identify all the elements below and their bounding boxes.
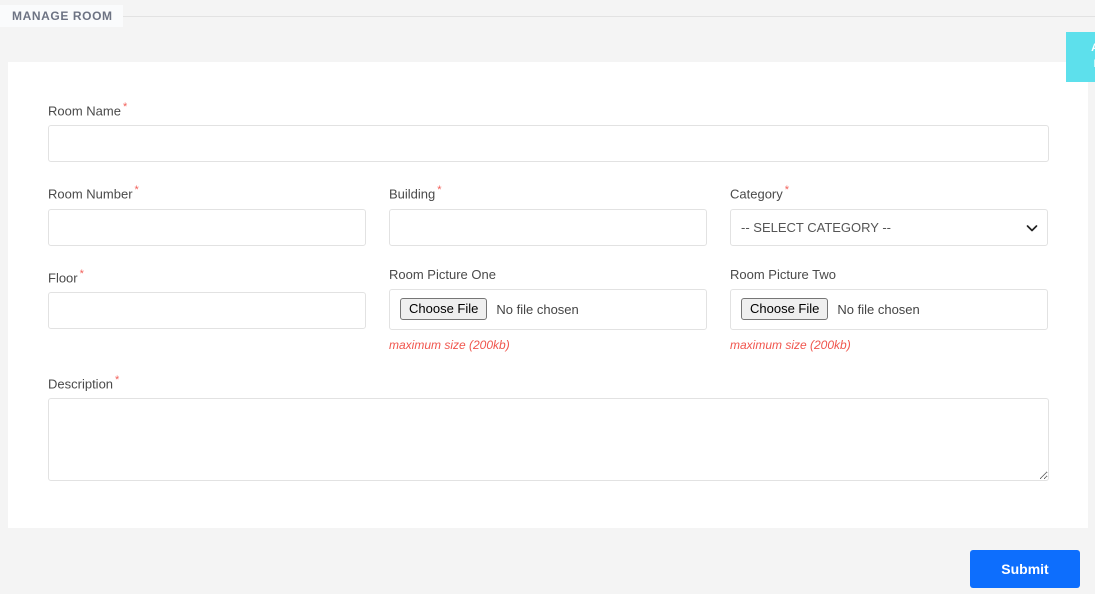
header-divider <box>122 16 1095 17</box>
field-description: Description * <box>48 373 1049 481</box>
required-asterisk: * <box>115 373 120 386</box>
file-status-text: No file chosen <box>496 301 579 317</box>
description-label-text: Description <box>48 375 114 391</box>
page-header: MANAGE ROOM <box>0 0 1095 32</box>
form-row-number-building-category: Room Number * Building * Category * -- SELE… <box>48 183 1049 266</box>
room-name-label-text: Room Name <box>48 103 121 119</box>
side-tab-line-two: Ro <box>1066 56 1095 72</box>
required-asterisk: * <box>134 184 139 197</box>
page-title: MANAGE ROOM <box>0 5 123 27</box>
required-asterisk: * <box>122 101 128 113</box>
category-label: Category * <box>730 183 1048 201</box>
available-rooms-side-tab[interactable]: Ava Ro <box>1066 32 1095 82</box>
choose-file-button[interactable]: Choose File <box>741 298 829 321</box>
choose-file-button[interactable]: Choose File <box>400 298 488 321</box>
field-room-picture-two: Room Picture Two Choose File No file cho… <box>730 267 1048 352</box>
building-label-text: Building <box>389 186 436 202</box>
description-textarea[interactable] <box>48 397 1049 481</box>
field-room-picture-one: Room Picture One Choose File No file cho… <box>389 267 707 352</box>
file-status-text: No file chosen <box>837 301 920 317</box>
room-name-label: Room Name * <box>48 100 1049 118</box>
form-footer: Submit <box>0 528 1095 594</box>
field-room-number: Room Number * <box>48 183 366 246</box>
submit-button[interactable]: Submit <box>970 550 1080 588</box>
room-picture-two-label: Room Picture Two <box>730 266 836 282</box>
form-row-room-name: Room Name * <box>48 100 1049 183</box>
category-label-text: Category <box>730 186 783 202</box>
required-asterisk: * <box>437 184 442 197</box>
field-category: Category * -- SELECT CATEGORY -- <box>730 183 1048 246</box>
description-label: Description * <box>48 373 1049 391</box>
floor-input[interactable] <box>48 291 366 329</box>
room-picture-one-help-text: maximum size (200kb) <box>389 337 510 352</box>
room-name-input[interactable] <box>48 125 1049 163</box>
room-number-label: Room Number * <box>48 183 366 201</box>
floor-label: Floor * <box>48 267 366 285</box>
room-number-input[interactable] <box>48 208 366 246</box>
manage-room-form: Room Name * Room Number * Building * Cat… <box>48 100 1049 502</box>
side-tab-line-one: Ava <box>1066 40 1095 56</box>
manage-room-card: Room Name * Room Number * Building * Cat… <box>8 62 1088 528</box>
room-picture-two-file-input[interactable]: Choose File No file chosen <box>730 288 1048 330</box>
building-label: Building * <box>389 183 707 201</box>
required-asterisk: * <box>79 267 84 280</box>
form-row-description: Description * <box>48 373 1049 502</box>
category-select[interactable]: -- SELECT CATEGORY -- <box>730 208 1048 246</box>
room-picture-two-help-text: maximum size (200kb) <box>730 337 851 352</box>
room-picture-one-label: Room Picture One <box>389 266 496 282</box>
floor-label-text: Floor <box>48 269 78 285</box>
field-floor: Floor * <box>48 267 366 352</box>
room-number-label-text: Room Number <box>48 186 133 202</box>
building-input[interactable] <box>389 208 707 246</box>
category-select-wrapper: -- SELECT CATEGORY -- <box>730 208 1048 246</box>
required-asterisk: * <box>784 184 790 197</box>
form-row-floor-pictures: Floor * Room Picture One Choose File No f… <box>48 267 1049 373</box>
room-picture-one-file-input[interactable]: Choose File No file chosen <box>389 288 707 330</box>
field-room-name: Room Name * <box>48 100 1049 163</box>
field-building: Building * <box>389 183 707 246</box>
